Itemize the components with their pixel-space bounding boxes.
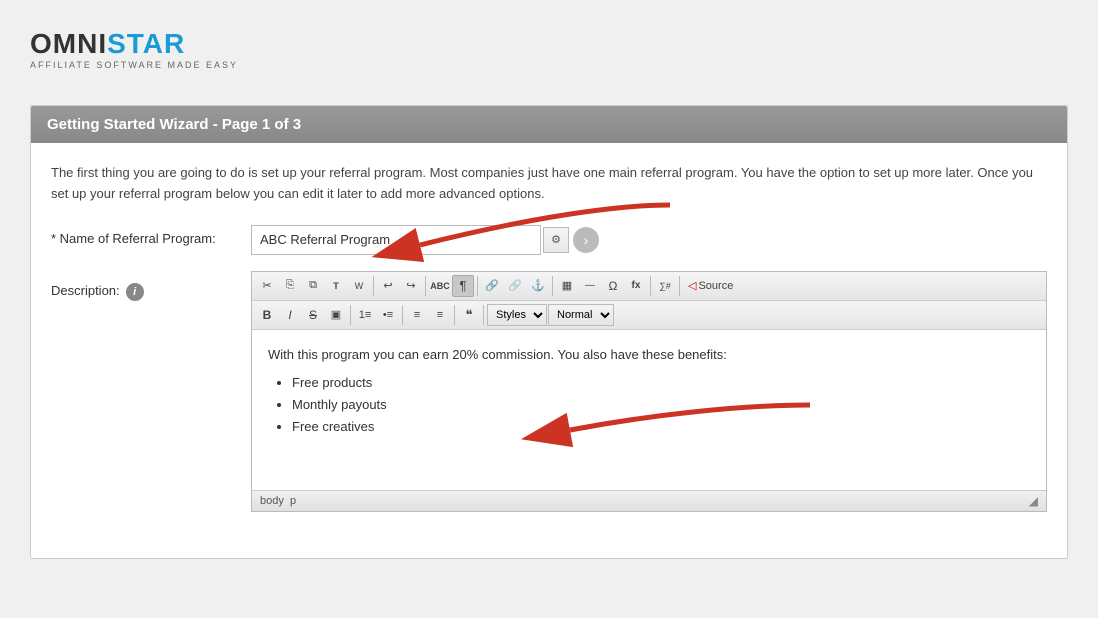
sep1 [373, 276, 374, 296]
cut-btn[interactable]: ✂ [256, 275, 278, 297]
name-field-control: ⚙ › [251, 225, 1047, 255]
logo-text-black: OMNI [30, 28, 107, 59]
info-icon: i [126, 283, 144, 301]
ol-btn[interactable]: 1≡ [354, 304, 376, 326]
bold-btn[interactable]: B [256, 304, 278, 326]
sep8 [402, 305, 403, 325]
editor-content[interactable]: With this program you can earn 20% commi… [252, 330, 1046, 490]
name-circle-btn[interactable]: › [573, 227, 599, 253]
paste-word-btn[interactable]: W [348, 275, 370, 297]
anchor-btn[interactable]: ⚓ [527, 275, 549, 297]
align-left-btn[interactable]: ≡ [406, 304, 428, 326]
undo-btn[interactable]: ↩ [377, 275, 399, 297]
sep6 [679, 276, 680, 296]
format-btn[interactable]: ¶ [452, 275, 474, 297]
unlink-btn[interactable]: 🔗 [504, 275, 526, 297]
list-item: Free products [292, 372, 1030, 394]
copy-btn[interactable]: ⎘ [279, 275, 301, 297]
hr-btn[interactable]: — [579, 275, 601, 297]
math-btn[interactable]: ∑# [654, 275, 676, 297]
description-field-row: Description: i ✂ ⎘ ⧉ T W [51, 271, 1047, 512]
logo-text-blue: STAR [107, 28, 185, 59]
sep10 [483, 305, 484, 325]
source-label: Source [698, 280, 733, 292]
special-char-btn[interactable]: Ω [602, 275, 624, 297]
editor-footer: body p ◢ [252, 490, 1046, 511]
find-btn[interactable]: ABC [429, 275, 451, 297]
styles-select[interactable]: Styles [487, 304, 547, 326]
logo-area: OMNISTAR AFFILIATE SOFTWARE MADE EASY [30, 20, 1068, 80]
description-label-text: Description: [51, 283, 120, 298]
name-action-btn[interactable]: ⚙ [543, 227, 569, 253]
formula-btn[interactable]: fx [625, 275, 647, 297]
link-btn[interactable]: 🔗 [481, 275, 503, 297]
image-btn[interactable]: ▣ [325, 304, 347, 326]
editor-content-text: With this program you can earn 20% commi… [268, 344, 1030, 366]
sep3 [477, 276, 478, 296]
name-input[interactable] [251, 225, 541, 255]
wizard-body: The first thing you are going to do is s… [31, 143, 1067, 558]
description-label-area: Description: i [51, 271, 251, 301]
redo-btn[interactable]: ↪ [400, 275, 422, 297]
italic-btn[interactable]: I [279, 304, 301, 326]
name-field-label: * Name of Referral Program: [51, 225, 251, 246]
logo: OMNISTAR [30, 30, 1068, 58]
list-item: Monthly payouts [292, 394, 1030, 416]
format-select[interactable]: Normal [548, 304, 614, 326]
table-btn[interactable]: ▦ [556, 275, 578, 297]
sep9 [454, 305, 455, 325]
paste-btn[interactable]: ⧉ [302, 275, 324, 297]
editor-footer-tags: body p [260, 495, 296, 507]
sep2 [425, 276, 426, 296]
source-btn[interactable]: ◁Source [683, 275, 738, 297]
resize-handle[interactable]: ◢ [1029, 494, 1038, 508]
wizard-panel: Getting Started Wizard - Page 1 of 3 The… [30, 105, 1068, 559]
wizard-header: Getting Started Wizard - Page 1 of 3 [31, 106, 1067, 143]
align-right-btn[interactable]: ≡ [429, 304, 451, 326]
sep5 [650, 276, 651, 296]
wizard-title: Getting Started Wizard - Page 1 of 3 [47, 116, 301, 133]
sep7 [350, 305, 351, 325]
editor-toolbar-row1: ✂ ⎘ ⧉ T W ↩ ↪ ABC ¶ 🔗 [252, 272, 1046, 301]
editor-area: ✂ ⎘ ⧉ T W ↩ ↪ ABC ¶ 🔗 [251, 271, 1047, 512]
sep4 [552, 276, 553, 296]
paste-text-btn[interactable]: T [325, 275, 347, 297]
blockquote-btn[interactable]: ❝ [458, 304, 480, 326]
name-input-wrapper: ⚙ › [251, 225, 1047, 255]
editor-toolbar-row2: B I S ▣ 1≡ •≡ ≡ ≡ ❝ [252, 301, 1046, 330]
name-field-label-text: * Name of Referral Program: [51, 231, 216, 246]
list-item: Free creatives [292, 416, 1030, 438]
ul-btn[interactable]: •≡ [377, 304, 399, 326]
editor-container: ✂ ⎘ ⧉ T W ↩ ↪ ABC ¶ 🔗 [251, 271, 1047, 512]
logo-tagline: AFFILIATE SOFTWARE MADE EASY [30, 60, 1068, 70]
strikethrough-btn[interactable]: S [302, 304, 324, 326]
editor-content-list: Free products Monthly payouts Free creat… [268, 372, 1030, 438]
wizard-description: The first thing you are going to do is s… [51, 163, 1047, 205]
name-field-row: * Name of Referral Program: ⚙ › [51, 225, 1047, 255]
